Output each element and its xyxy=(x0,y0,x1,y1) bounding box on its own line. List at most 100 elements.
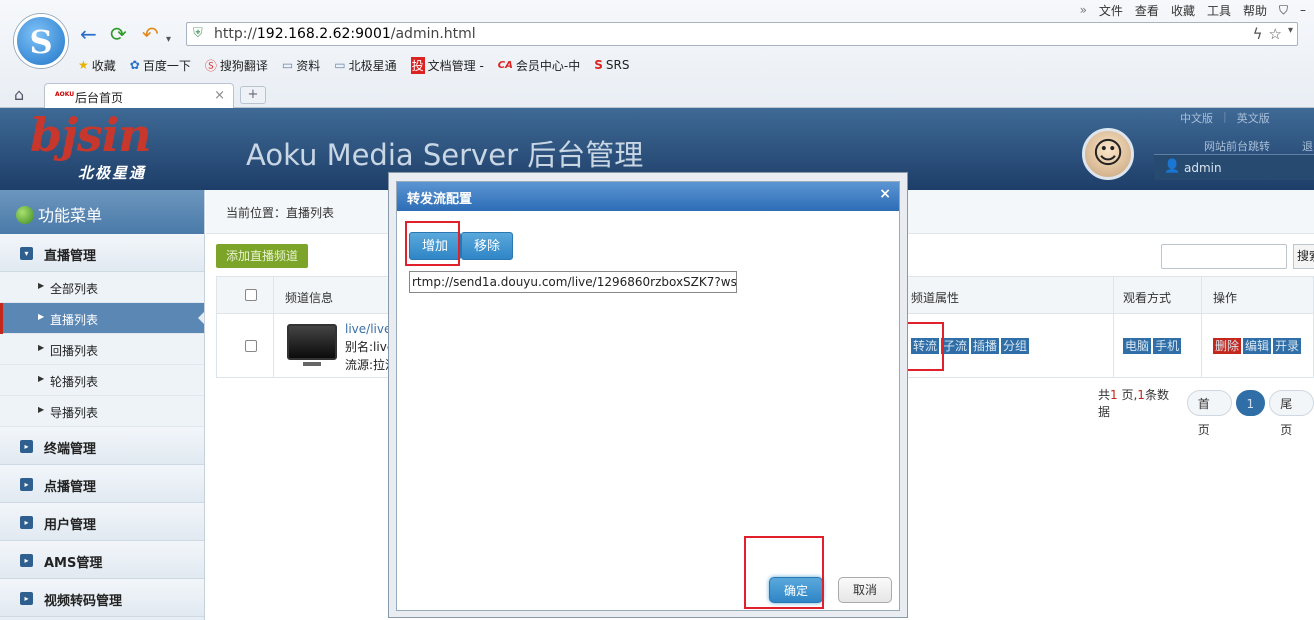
back-icon[interactable]: ← xyxy=(80,24,97,44)
folder-icon: ▭ xyxy=(334,58,346,72)
lightning-icon[interactable]: ϟ xyxy=(1253,25,1263,43)
triangle-icon: ▶ xyxy=(38,312,45,321)
delete-button[interactable]: 删除 xyxy=(1213,338,1242,354)
search-input[interactable] xyxy=(1161,244,1287,269)
bookmark-srs[interactable]: S SRS xyxy=(594,58,629,72)
aoku-favicon-icon: AOKU xyxy=(55,91,75,98)
tab-title: 后台首页 xyxy=(75,91,124,105)
browser-logo-icon[interactable]: S xyxy=(14,14,68,68)
username: admin xyxy=(1184,161,1222,175)
new-tab-button[interactable]: + xyxy=(240,86,266,104)
chevron-down-icon[interactable]: ▾ xyxy=(166,30,171,50)
sidebar-group-live[interactable]: ▾ 直播管理 xyxy=(0,234,204,272)
tag-mobile[interactable]: 手机 xyxy=(1153,338,1182,354)
tag-insert[interactable]: 插播 xyxy=(971,338,1000,354)
triangle-icon: ▶ xyxy=(38,343,45,352)
undo-icon[interactable]: ↶ xyxy=(142,24,159,44)
sidebar-item-all-list[interactable]: ▶ 全部列表 xyxy=(0,272,204,303)
bookmarks-bar: ★ 收藏 ✿ 百度一下 Ⓢ 搜狗翻译 ▭ 资料 ▭ 北极星通 投文档管理 - CA 会员中心… xyxy=(78,56,629,74)
sidebar-group-terminal[interactable]: ▸ 终端管理 xyxy=(0,427,204,465)
search-button[interactable]: 搜索 xyxy=(1293,244,1314,269)
app-title: Aoku Media Server 后台管理 xyxy=(246,138,644,172)
pager-page-1[interactable]: 1 xyxy=(1235,390,1266,416)
highlight-box-forward-tag xyxy=(904,322,944,371)
column-divider xyxy=(1201,277,1202,315)
column-header-ops: 操作 xyxy=(1213,291,1238,305)
brand-logo-text: bjsin xyxy=(30,108,152,162)
menu-view[interactable]: 查看 xyxy=(1135,2,1159,19)
star-icon[interactable]: ☆ xyxy=(1269,25,1282,43)
sidebar-item-replay-list[interactable]: ▶ 回播列表 xyxy=(0,334,204,365)
shield-icon: ⛨ xyxy=(193,26,203,41)
exit-link[interactable]: 退 xyxy=(1302,138,1313,154)
record-button[interactable]: 开录 xyxy=(1273,338,1302,354)
bookmark-baidu[interactable]: ✿ 百度一下 xyxy=(130,57,191,74)
home-icon[interactable]: ⌂ xyxy=(14,85,24,104)
edit-button[interactable]: 编辑 xyxy=(1243,338,1272,354)
bookmark-folder-docs[interactable]: ▭ 资料 xyxy=(282,57,320,74)
tab-admin-home[interactable]: AOKU 后台首页 × xyxy=(44,83,234,108)
sidebar-group-users[interactable]: ▸ 用户管理 xyxy=(0,503,204,541)
sidebar-group-transcode[interactable]: ▸ 视频转码管理 xyxy=(0,579,204,617)
tag-pc[interactable]: 电脑 xyxy=(1123,338,1152,354)
menu-help[interactable]: 帮助 xyxy=(1243,2,1267,19)
expand-icon: ▸ xyxy=(20,516,33,529)
sidebar-item-carousel-list[interactable]: ▶ 轮播列表 xyxy=(0,365,204,396)
minimize-icon[interactable]: – xyxy=(1300,3,1306,17)
language-switch: 中文版 | 英文版 xyxy=(1180,110,1270,126)
column-header-view: 观看方式 xyxy=(1123,291,1172,305)
close-icon[interactable]: × xyxy=(879,186,891,202)
bookmark-member-center[interactable]: CA 会员中心-中 xyxy=(498,57,580,74)
menu-tools[interactable]: 工具 xyxy=(1207,2,1231,19)
bookmark-folder-bjsin[interactable]: ▭ 北极星通 xyxy=(334,57,396,74)
paw-icon: ✿ xyxy=(129,58,140,72)
pager-last-button[interactable]: 尾页 xyxy=(1269,390,1314,437)
sidebar-item-live-list[interactable]: ▶ 直播列表 xyxy=(0,303,204,334)
add-channel-button[interactable]: 添加直播频道 xyxy=(216,244,309,268)
select-all-checkbox[interactable] xyxy=(245,289,257,301)
sogou-icon: Ⓢ xyxy=(204,58,217,73)
highlight-box-add-button xyxy=(405,221,460,266)
chevron-down-icon[interactable]: ▾ xyxy=(1288,25,1293,43)
sidebar-group-ams[interactable]: ▸ AMS管理 xyxy=(0,541,204,579)
lang-chinese-link[interactable]: 中文版 xyxy=(1180,110,1213,126)
column-header-info: 频道信息 xyxy=(285,291,334,305)
row-checkbox[interactable] xyxy=(245,340,257,352)
remove-url-button[interactable]: 移除 xyxy=(461,232,514,260)
column-divider xyxy=(1113,314,1114,378)
sidebar-item-director-list[interactable]: ▶ 导播列表 xyxy=(0,396,204,427)
tag-sub-stream[interactable]: 子流 xyxy=(941,338,970,354)
shirt-icon[interactable]: ⛉ xyxy=(1279,3,1288,18)
dialog-body: 转发流配置 × 增加 移除 rtmp://send1a.douyu.com/li… xyxy=(396,181,900,611)
refresh-icon[interactable]: ⟳ xyxy=(110,24,127,44)
bookmark-favorites[interactable]: ★ 收藏 xyxy=(78,57,116,74)
user-box[interactable]: 👤 admin xyxy=(1154,154,1314,180)
triangle-icon: ▶ xyxy=(38,281,45,290)
site-jump-link[interactable]: 网站前台跳转 xyxy=(1204,138,1270,154)
sidebar-heading: 功能菜单 xyxy=(0,190,204,234)
avatar[interactable]: ☺ xyxy=(1082,128,1134,180)
address-bar[interactable]: ⛨ http://192.168.2.62:9001/admin.html ϟ … xyxy=(186,22,1298,46)
brand-logo: bjsin 北极星通 xyxy=(0,108,205,190)
user-icon: 👤 xyxy=(1164,159,1181,174)
folder-icon: ▭ xyxy=(281,58,294,72)
pager-first-button[interactable]: 首页 xyxy=(1186,390,1232,437)
forward-url-input[interactable]: rtmp://send1a.douyu.com/live/1296860rzbo… xyxy=(409,271,737,293)
sidebar: 功能菜单 ▾ 直播管理 ▶ 全部列表 ▶ 直播列表 ▶ 回播列表 ▶ 轮播列表 ▶ 导播列… xyxy=(0,190,205,620)
expand-icon: ▸ xyxy=(20,554,33,567)
expand-icon: ▸ xyxy=(20,440,33,453)
tag-group[interactable]: 分组 xyxy=(1001,338,1030,354)
cancel-button[interactable]: 取消 xyxy=(838,577,892,603)
url-text[interactable]: http://192.168.2.62:9001/admin.html xyxy=(214,26,476,42)
menu-file[interactable]: 文件 xyxy=(1099,2,1123,19)
sidebar-group-vod[interactable]: ▸ 点播管理 xyxy=(0,465,204,503)
lang-english-link[interactable]: 英文版 xyxy=(1237,110,1270,126)
srs-icon: S xyxy=(594,58,603,72)
close-icon[interactable]: × xyxy=(214,88,225,103)
menu-favorites[interactable]: 收藏 xyxy=(1171,2,1195,19)
highlight-box-confirm-button xyxy=(744,536,824,609)
bookmark-doc-manage[interactable]: 投文档管理 - xyxy=(410,56,484,74)
pagination: 共1 页,1条数据 首页 1 尾页 xyxy=(1098,386,1314,437)
menu-more[interactable]: » xyxy=(1080,3,1087,17)
bookmark-sogou-translate[interactable]: Ⓢ 搜狗翻译 xyxy=(205,57,268,74)
